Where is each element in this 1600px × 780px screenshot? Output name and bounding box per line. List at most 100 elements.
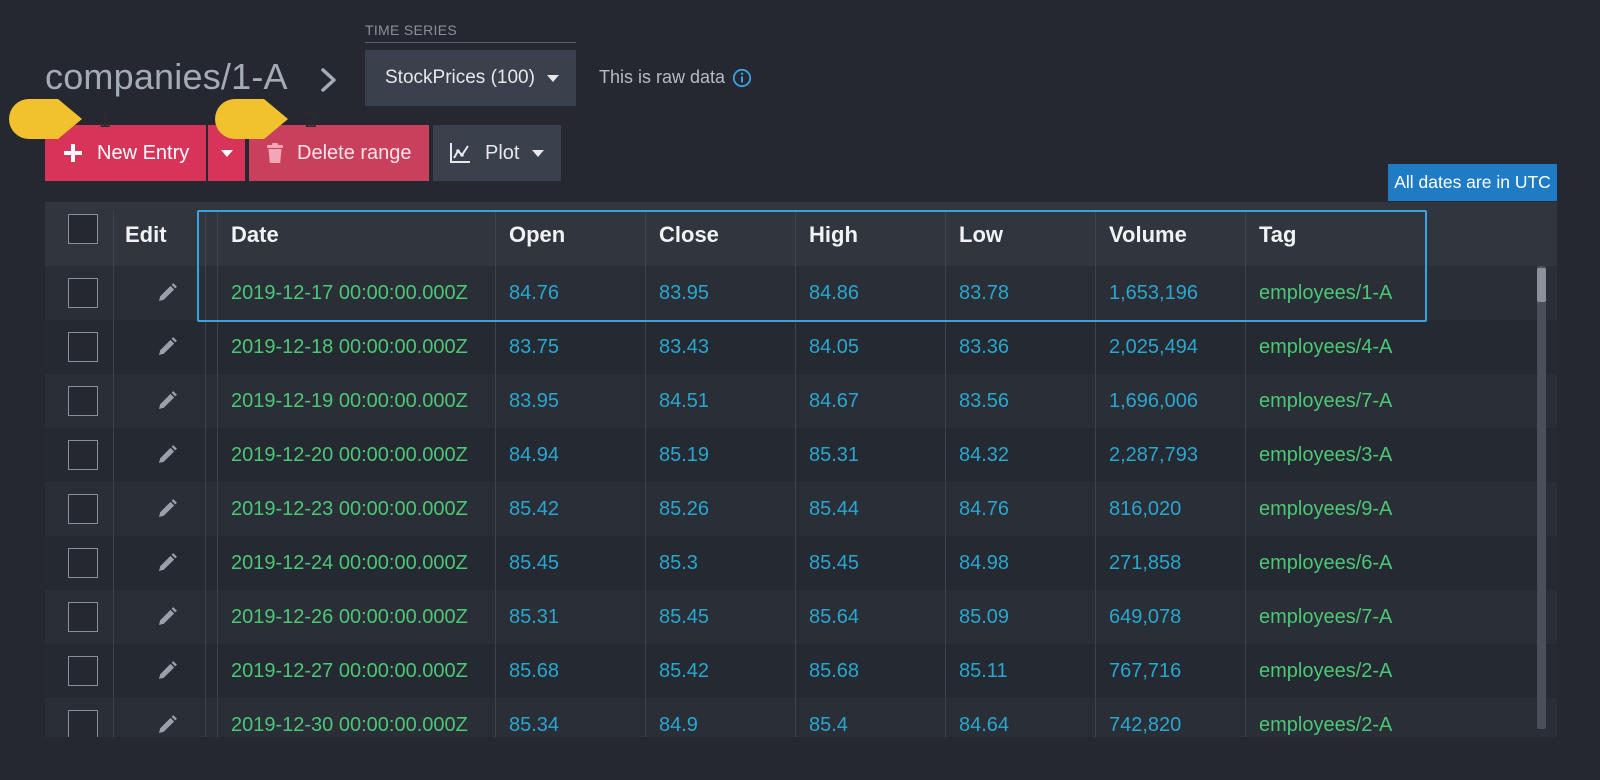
- pencil-icon[interactable]: [155, 497, 179, 521]
- cell-low: 83.36: [959, 335, 1010, 358]
- cell-tag: employees/2-A: [1259, 713, 1393, 736]
- pencil-icon[interactable]: [155, 389, 179, 413]
- cell-close: 84.51: [659, 389, 710, 412]
- cell-date: 2019-12-19 00:00:00.000Z: [231, 389, 468, 412]
- pencil-icon[interactable]: [155, 713, 179, 737]
- time-series-label: TIME SERIES: [365, 22, 576, 43]
- cell-low: 84.64: [959, 713, 1010, 736]
- column-separator: [795, 210, 796, 737]
- pencil-icon[interactable]: [155, 281, 179, 305]
- column-separator: [945, 210, 946, 737]
- cell-low: 85.11: [959, 659, 1008, 682]
- column-separator: [217, 210, 218, 737]
- cell-volume: 742,820: [1109, 713, 1182, 736]
- cell-open: 83.75: [509, 335, 560, 358]
- caret-down-icon: [546, 74, 559, 82]
- column-header-open[interactable]: Open: [497, 202, 565, 266]
- row-checkbox[interactable]: [68, 440, 98, 470]
- cell-date: 2019-12-20 00:00:00.000Z: [231, 443, 468, 466]
- cell-tag: employees/9-A: [1259, 497, 1393, 520]
- column-header-high[interactable]: High: [797, 202, 858, 266]
- trash-icon: [267, 143, 283, 163]
- cell-date: 2019-12-26 00:00:00.000Z: [231, 605, 468, 628]
- cell-low: 84.76: [959, 497, 1010, 520]
- column-header-close[interactable]: Close: [647, 202, 719, 266]
- column-separator: [113, 210, 114, 737]
- row-checkbox[interactable]: [68, 656, 98, 686]
- delete-range-label: Delete range: [297, 141, 412, 164]
- cell-tag: employees/1-A: [1259, 281, 1393, 304]
- cell-close: 83.43: [659, 335, 710, 358]
- page-title: companies/1-A: [45, 56, 288, 97]
- row-checkbox[interactable]: [68, 494, 98, 524]
- cell-open: 85.68: [509, 659, 560, 682]
- scrollbar-thumb[interactable]: [1537, 268, 1546, 302]
- pencil-icon[interactable]: [155, 659, 179, 683]
- callout-marker-icon: [9, 99, 82, 139]
- cell-high: 85.44: [809, 497, 860, 520]
- row-checkbox[interactable]: [68, 386, 98, 416]
- cell-open: 85.34: [509, 713, 560, 736]
- table-row[interactable]: 2019-12-18 00:00:00.000Z 83.75 83.43 84.05 8…: [45, 320, 1557, 374]
- cell-date: 2019-12-18 00:00:00.000Z: [231, 335, 468, 358]
- chevron-right-icon: [321, 68, 336, 92]
- column-header-low[interactable]: Low: [947, 202, 1003, 266]
- cell-tag: employees/7-A: [1259, 605, 1393, 628]
- time-series-dropdown[interactable]: StockPrices (100): [365, 50, 576, 106]
- pencil-icon[interactable]: [155, 551, 179, 575]
- vertical-scrollbar[interactable]: [1537, 266, 1546, 729]
- cell-low: 83.56: [959, 389, 1010, 412]
- cell-tag: employees/2-A: [1259, 659, 1393, 682]
- cell-volume: 1,653,196: [1109, 281, 1198, 304]
- utc-notice: All dates are in UTC: [1388, 164, 1557, 201]
- new-entry-label: New Entry: [97, 141, 190, 164]
- column-header-edit: Edit: [125, 222, 167, 247]
- cell-close: 85.45: [659, 605, 710, 628]
- cell-close: 85.3: [659, 551, 698, 574]
- callout-number: 1: [98, 107, 112, 132]
- table-row[interactable]: 2019-12-23 00:00:00.000Z 85.42 85.26 85.44 8…: [45, 482, 1557, 536]
- row-checkbox[interactable]: [68, 548, 98, 578]
- row-checkbox[interactable]: [68, 710, 98, 737]
- cell-volume: 2,025,494: [1109, 335, 1198, 358]
- column-header-date[interactable]: Date: [219, 202, 279, 266]
- raw-data-notice: This is raw data: [599, 67, 752, 88]
- pencil-icon[interactable]: [155, 443, 179, 467]
- cell-volume: 2,287,793: [1109, 443, 1198, 466]
- callout-badge-2: 2: [214, 98, 317, 140]
- cell-close: 85.26: [659, 497, 710, 520]
- table-row[interactable]: 2019-12-17 00:00:00.000Z 84.76 83.95 84.86 8…: [45, 266, 1557, 320]
- cell-open: 85.45: [509, 551, 560, 574]
- cell-high: 85.68: [809, 659, 860, 682]
- cell-low: 83.78: [959, 281, 1010, 304]
- cell-tag: employees/6-A: [1259, 551, 1393, 574]
- column-separator: [645, 210, 646, 737]
- row-checkbox[interactable]: [68, 602, 98, 632]
- column-header-volume[interactable]: Volume: [1097, 202, 1187, 266]
- plot-button[interactable]: Plot: [433, 125, 561, 181]
- table-row[interactable]: 2019-12-27 00:00:00.000Z 85.68 85.42 85.68 8…: [45, 644, 1557, 698]
- table-row[interactable]: 2019-12-19 00:00:00.000Z 83.95 84.51 84.67 8…: [45, 374, 1557, 428]
- select-all-checkbox[interactable]: [68, 214, 98, 244]
- cell-open: 85.31: [509, 605, 560, 628]
- table-header-row: Edit Date Open Close High Low Volume Tag: [45, 202, 1557, 266]
- cell-low: 85.09: [959, 605, 1010, 628]
- table-row[interactable]: 2019-12-30 00:00:00.000Z 85.34 84.9 85.4 84.…: [45, 698, 1557, 737]
- cell-high: 85.45: [809, 551, 860, 574]
- column-header-tag[interactable]: Tag: [1247, 202, 1296, 266]
- info-icon[interactable]: [732, 68, 752, 88]
- callout-marker-icon: [215, 99, 288, 139]
- plot-label: Plot: [485, 141, 520, 164]
- pencil-icon[interactable]: [155, 605, 179, 629]
- table-row[interactable]: 2019-12-20 00:00:00.000Z 84.94 85.19 85.31 8…: [45, 428, 1557, 482]
- raw-data-text: This is raw data: [599, 67, 726, 87]
- row-checkbox[interactable]: [68, 332, 98, 362]
- table-row[interactable]: 2019-12-26 00:00:00.000Z 85.31 85.45 85.64 8…: [45, 590, 1557, 644]
- cell-open: 84.94: [509, 443, 560, 466]
- pencil-icon[interactable]: [155, 335, 179, 359]
- cell-date: 2019-12-17 00:00:00.000Z: [231, 281, 468, 304]
- column-separator: [495, 210, 496, 737]
- row-checkbox[interactable]: [68, 278, 98, 308]
- table-row[interactable]: 2019-12-24 00:00:00.000Z 85.45 85.3 85.45 84…: [45, 536, 1557, 590]
- column-separator: [205, 210, 206, 737]
